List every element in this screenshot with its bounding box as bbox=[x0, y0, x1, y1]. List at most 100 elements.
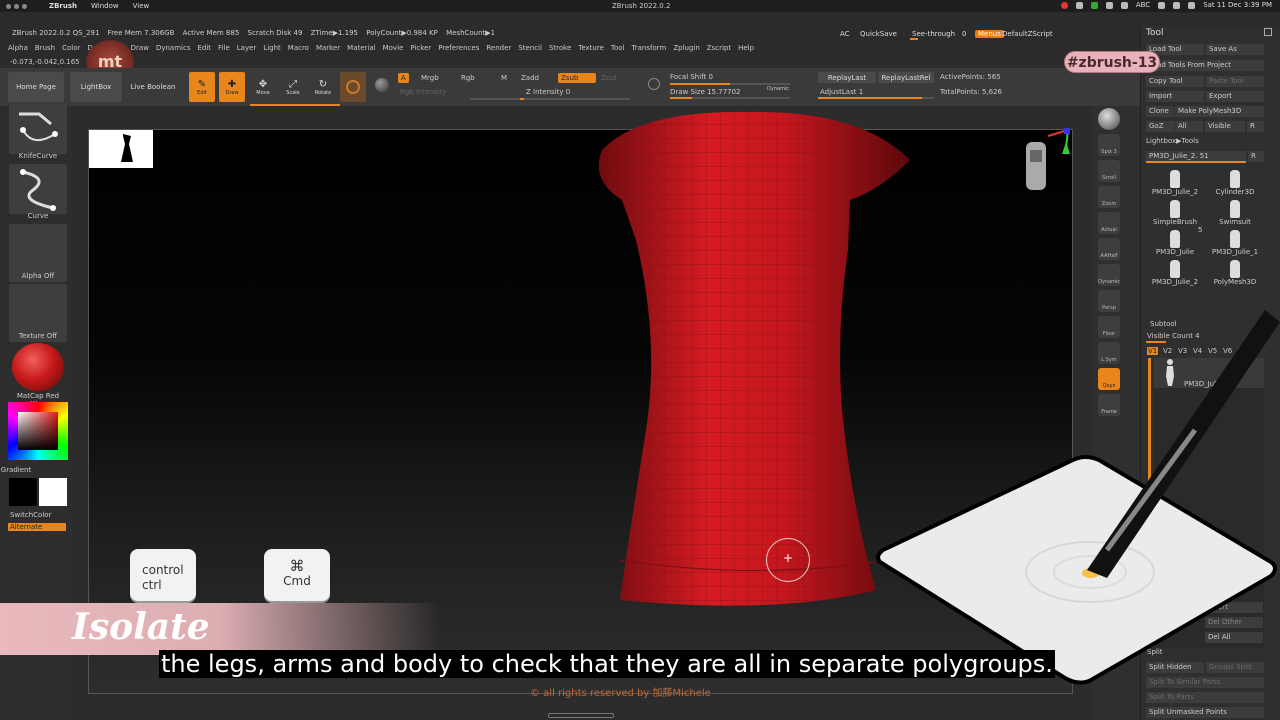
os-menu-view[interactable]: View bbox=[133, 2, 150, 10]
save-as-button[interactable]: Save As bbox=[1206, 44, 1264, 55]
tool-thumb-7[interactable]: PolyMesh3D bbox=[1206, 260, 1264, 290]
menu-item-dynamics[interactable]: Dynamics bbox=[156, 44, 191, 54]
adjust-last-slider[interactable]: AdjustLast 1 bbox=[820, 88, 863, 96]
search-icon[interactable] bbox=[1173, 1, 1181, 9]
bpr-button[interactable] bbox=[1098, 108, 1120, 130]
menu-item-brush[interactable]: Brush bbox=[35, 44, 55, 54]
zsub-toggle[interactable]: Zsub bbox=[558, 73, 596, 83]
menu-item-file[interactable]: File bbox=[218, 44, 230, 54]
clock[interactable]: Sat 11 Dec 3:39 PM bbox=[1203, 1, 1272, 9]
zcut-toggle[interactable]: Zcut bbox=[598, 73, 620, 83]
zadd-toggle[interactable]: Zadd bbox=[518, 73, 542, 83]
paste-tool-button[interactable]: Paste Tool bbox=[1206, 76, 1264, 87]
display-icon[interactable] bbox=[1105, 1, 1113, 9]
live-boolean-button[interactable]: Live Boolean bbox=[124, 72, 182, 102]
goz-visible-button[interactable]: Visible bbox=[1205, 121, 1245, 132]
menu-item-alpha[interactable]: Alpha bbox=[8, 44, 28, 54]
tool-thumb-1[interactable]: Cylinder3D bbox=[1206, 170, 1264, 200]
tool-thumb-4[interactable]: PM3D_Julie bbox=[1146, 230, 1204, 260]
shelf-aahalf-button[interactable]: AAHalf bbox=[1098, 238, 1120, 260]
menu-item-render[interactable]: Render bbox=[486, 44, 511, 54]
shelf-scroll-button[interactable]: Scroll bbox=[1098, 160, 1120, 182]
export-button[interactable]: Export bbox=[1206, 91, 1264, 102]
focal-shift-icon[interactable] bbox=[648, 78, 660, 90]
material-sphere-icon[interactable] bbox=[375, 78, 389, 92]
menu-item-marker[interactable]: Marker bbox=[316, 44, 340, 54]
copy-tool-button[interactable]: Copy Tool bbox=[1146, 76, 1204, 87]
menus-toggle[interactable]: Menus bbox=[975, 30, 1004, 38]
make-polymesh-button[interactable]: Make PolyMesh3D bbox=[1175, 106, 1264, 117]
move-mode-button[interactable]: ✥ Move bbox=[250, 72, 276, 102]
shelf-spix-3-button[interactable]: Spix 3 bbox=[1098, 134, 1120, 156]
shelf-zoom-button[interactable]: Zoom bbox=[1098, 186, 1120, 208]
menu-item-transform[interactable]: Transform bbox=[632, 44, 667, 54]
menu-item-tool[interactable]: Tool bbox=[611, 44, 625, 54]
input-source[interactable]: ABC bbox=[1136, 1, 1150, 9]
brush-picker[interactable] bbox=[9, 104, 67, 154]
3d-model-dress[interactable] bbox=[580, 110, 920, 615]
stroke-picker[interactable] bbox=[9, 164, 67, 214]
switch-color-button[interactable]: SwitchColor bbox=[10, 511, 51, 519]
scale-mode-button[interactable]: ⤢ Scale bbox=[280, 72, 306, 102]
tool-thumb-6[interactable]: PM3D_Julie_2 bbox=[1146, 260, 1204, 290]
close-icon[interactable] bbox=[1264, 28, 1272, 36]
split-parts-button[interactable]: Split To Parts bbox=[1146, 692, 1264, 703]
app-menu-zbrush[interactable]: ZBrush bbox=[49, 2, 77, 10]
tool-thumb-0[interactable]: PM3D_Julie_2 bbox=[1146, 170, 1204, 200]
menu-item-zplugin[interactable]: Zplugin bbox=[673, 44, 699, 54]
os-menu-window[interactable]: Window bbox=[91, 2, 119, 10]
replay-last-button[interactable]: ReplayLast bbox=[818, 72, 876, 83]
window-traffic-lights[interactable] bbox=[6, 3, 27, 9]
menu-item-stencil[interactable]: Stencil bbox=[518, 44, 542, 54]
draw-mode-button[interactable]: ✚ Draw bbox=[219, 72, 245, 102]
menu-item-light[interactable]: Light bbox=[263, 44, 280, 54]
edit-mode-button[interactable]: ✎ Edit bbox=[189, 72, 215, 102]
replay-last-rel-button[interactable]: ReplayLastRel bbox=[878, 72, 934, 83]
menu-item-zscript[interactable]: Zscript bbox=[707, 44, 731, 54]
tool-palette-title[interactable]: Tool bbox=[1146, 28, 1163, 38]
menu-item-draw[interactable]: Draw bbox=[131, 44, 149, 54]
goz-r-button[interactable]: R bbox=[1247, 121, 1264, 132]
brush-shape-button[interactable] bbox=[340, 72, 366, 102]
menu-item-help[interactable]: Help bbox=[738, 44, 754, 54]
document-thumbnail[interactable] bbox=[89, 130, 153, 168]
z-intensity-track[interactable] bbox=[470, 98, 630, 100]
menu-item-macro[interactable]: Macro bbox=[288, 44, 309, 54]
draw-size-slider[interactable]: Draw Size 15.77702 bbox=[670, 88, 741, 96]
secondary-color-swatch[interactable] bbox=[39, 478, 67, 506]
main-color-swatch[interactable] bbox=[9, 478, 37, 506]
goz-button[interactable]: GoZ bbox=[1146, 121, 1174, 132]
home-page-button[interactable]: Home Page bbox=[8, 72, 64, 102]
tool-thumb-3[interactable]: Swimsuit bbox=[1206, 200, 1264, 230]
shelf-actual-button[interactable]: Actual bbox=[1098, 212, 1120, 234]
material-picker[interactable] bbox=[12, 343, 64, 391]
goz-all-button[interactable]: All bbox=[1175, 121, 1203, 132]
see-through-slider[interactable]: See-through bbox=[912, 30, 955, 38]
menu-item-movie[interactable]: Movie bbox=[383, 44, 404, 54]
menu-item-color[interactable]: Color bbox=[62, 44, 80, 54]
color-picker[interactable] bbox=[8, 402, 68, 460]
shelf-dynamic-button[interactable]: Dynamic bbox=[1098, 264, 1120, 286]
battery-icon[interactable] bbox=[1090, 1, 1098, 9]
split-unmasked-button[interactable]: Split Unmasked Points bbox=[1146, 707, 1264, 718]
default-zscript-button[interactable]: DefaultZScript bbox=[1002, 30, 1053, 38]
current-tool-r-button[interactable]: R bbox=[1248, 151, 1264, 162]
menu-item-picker[interactable]: Picker bbox=[410, 44, 431, 54]
control-center-icon[interactable] bbox=[1188, 1, 1196, 9]
bluetooth-icon[interactable] bbox=[1075, 1, 1083, 9]
rotate-mode-button[interactable]: ↻ Rotate bbox=[310, 72, 336, 102]
lightbox-tools-button[interactable]: Lightbox▶Tools bbox=[1146, 137, 1199, 145]
menu-item-layer[interactable]: Layer bbox=[237, 44, 257, 54]
menu-item-preferences[interactable]: Preferences bbox=[438, 44, 479, 54]
tool-thumb-5[interactable]: PM3D_Julie_1 bbox=[1206, 230, 1264, 260]
ac-label[interactable]: AC bbox=[840, 30, 850, 38]
dynamic-toggle[interactable]: Dynamic bbox=[767, 86, 789, 92]
color-picker-square[interactable] bbox=[18, 412, 58, 450]
alternate-toggle[interactable]: Alternate bbox=[8, 523, 66, 531]
rgb-toggle[interactable]: Rgb bbox=[458, 73, 478, 83]
menu-item-stroke[interactable]: Stroke bbox=[549, 44, 571, 54]
import-button[interactable]: Import bbox=[1146, 91, 1204, 102]
m-toggle[interactable]: M bbox=[498, 73, 510, 83]
a-toggle[interactable]: A bbox=[398, 73, 409, 83]
focal-shift-slider[interactable]: Focal Shift 0 bbox=[670, 73, 713, 81]
